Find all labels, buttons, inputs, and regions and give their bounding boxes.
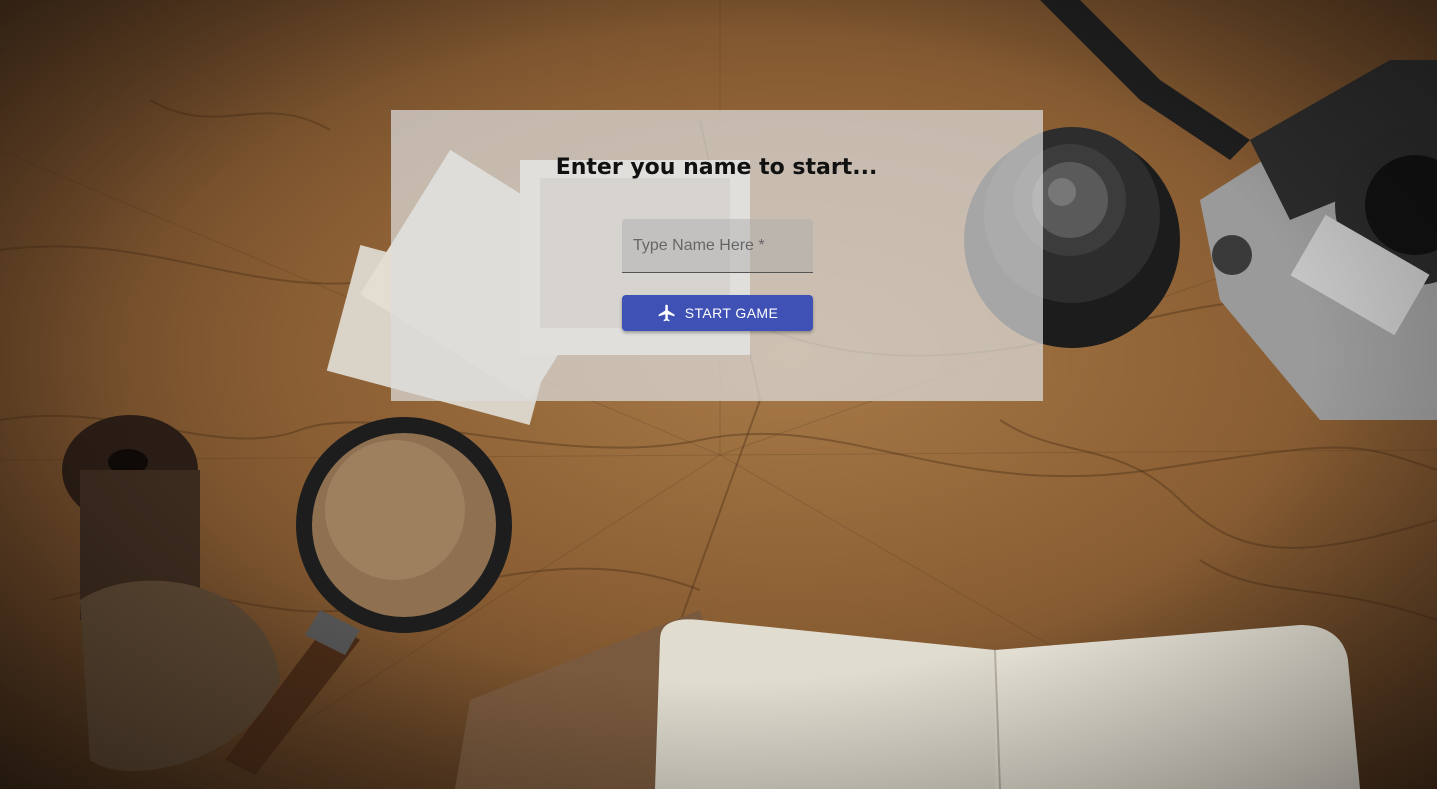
name-input[interactable] [622, 219, 813, 272]
start-game-label: START GAME [684, 305, 779, 321]
page: Enter you name to start... START GAME [0, 0, 1437, 789]
page-title: Enter you name to start... [555, 155, 878, 180]
airplane-icon [657, 303, 677, 323]
name-field[interactable] [622, 219, 813, 273]
start-game-button[interactable]: START GAME [622, 295, 813, 331]
